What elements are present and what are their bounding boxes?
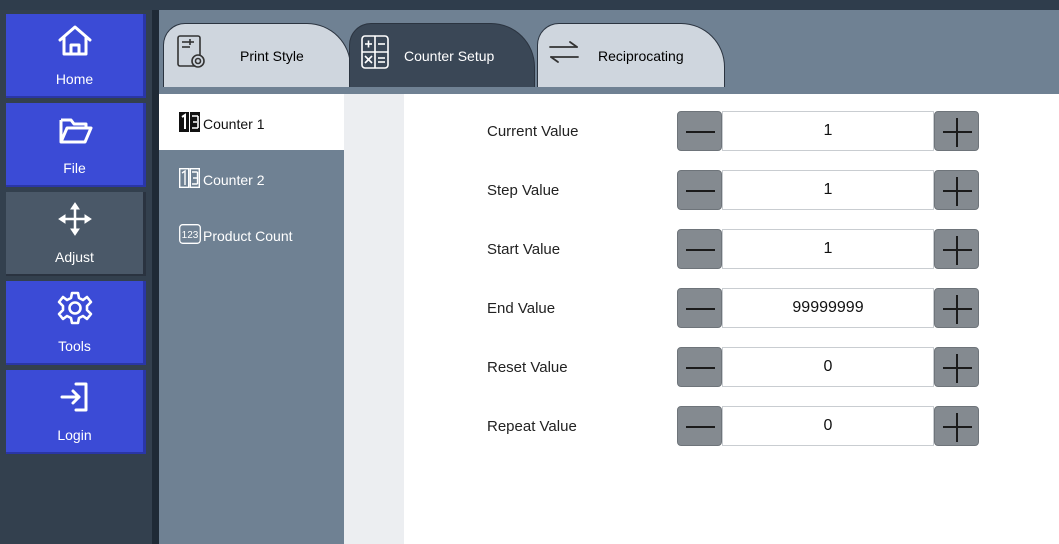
counter-icon bbox=[179, 168, 200, 188]
svg-text:123: 123 bbox=[182, 230, 199, 241]
plus-icon-vertical bbox=[956, 413, 958, 442]
decrement-button[interactable] bbox=[677, 406, 722, 446]
field-row-end-value: End Value 99999999 bbox=[404, 288, 1059, 328]
nav-adjust-button[interactable]: Adjust bbox=[6, 192, 146, 276]
home-icon bbox=[58, 25, 91, 56]
field-label: End Value bbox=[487, 300, 556, 317]
increment-button[interactable] bbox=[934, 288, 979, 328]
increment-button[interactable] bbox=[934, 111, 979, 151]
start-value-field[interactable]: 1 bbox=[722, 229, 934, 269]
field-row-repeat-value: Repeat Value 0 bbox=[404, 406, 1059, 446]
field-row-current-value: Current Value 1 bbox=[404, 111, 1059, 151]
sidebar-divider bbox=[152, 10, 159, 544]
decrement-button[interactable] bbox=[677, 111, 722, 151]
reciprocating-arrows-icon bbox=[549, 41, 579, 63]
subnav-item-counter-1[interactable]: Counter 1 bbox=[159, 94, 344, 144]
counter-icon bbox=[179, 112, 200, 132]
reset-value-field[interactable]: 0 bbox=[722, 347, 934, 387]
tab-print-style[interactable]: Print Style bbox=[163, 23, 351, 87]
field-label: Repeat Value bbox=[487, 418, 577, 435]
nav-home-label: Home bbox=[55, 71, 94, 87]
end-value-field[interactable]: 99999999 bbox=[722, 288, 934, 328]
tab-counter-setup[interactable]: Counter Setup bbox=[349, 23, 535, 87]
top-bar bbox=[0, 0, 1059, 10]
plus-icon-vertical bbox=[956, 354, 958, 383]
product-count-icon: 123 bbox=[179, 224, 201, 244]
decrement-button[interactable] bbox=[677, 170, 722, 210]
increment-button[interactable] bbox=[934, 406, 979, 446]
minus-icon bbox=[686, 367, 715, 369]
decrement-button[interactable] bbox=[677, 347, 722, 387]
move-arrows-icon bbox=[57, 202, 92, 236]
minus-icon bbox=[686, 308, 715, 310]
field-row-start-value: Start Value 1 bbox=[404, 229, 1059, 269]
tab-print-style-label: Print Style bbox=[240, 48, 304, 64]
start-value-stepper: 1 bbox=[677, 229, 979, 269]
field-label: Reset Value bbox=[487, 359, 568, 376]
field-row-reset-value: Reset Value 0 bbox=[404, 347, 1059, 387]
gear-icon bbox=[57, 291, 92, 325]
tab-reciprocating-label: Reciprocating bbox=[598, 48, 684, 64]
plus-icon-vertical bbox=[956, 118, 958, 147]
subnav-counter-2-label: Counter 2 bbox=[203, 172, 265, 188]
reset-value-stepper: 0 bbox=[677, 347, 979, 387]
repeat-value-stepper: 0 bbox=[677, 406, 979, 446]
main-sidebar: Home File Adjust Tools Login bbox=[6, 14, 146, 459]
nav-tools-button[interactable]: Tools bbox=[6, 281, 146, 365]
minus-icon bbox=[686, 131, 715, 133]
minus-icon bbox=[686, 426, 715, 428]
subnav-item-product-count[interactable]: 123 Product Count bbox=[159, 206, 344, 256]
step-value-stepper: 1 bbox=[677, 170, 979, 210]
field-label: Current Value bbox=[487, 123, 579, 140]
field-label: Step Value bbox=[487, 182, 560, 199]
step-value-field[interactable]: 1 bbox=[722, 170, 934, 210]
decrement-button[interactable] bbox=[677, 288, 722, 328]
subnav-product-count-label: Product Count bbox=[203, 228, 293, 244]
field-label: Start Value bbox=[487, 241, 561, 258]
current-value-field[interactable]: 1 bbox=[722, 111, 934, 151]
nav-file-label: File bbox=[63, 160, 86, 176]
increment-button[interactable] bbox=[934, 170, 979, 210]
app-window: Home File Adjust Tools Login Print Style… bbox=[0, 0, 1059, 544]
increment-button[interactable] bbox=[934, 229, 979, 269]
plus-icon-vertical bbox=[956, 236, 958, 265]
subnav-counter-1-label: Counter 1 bbox=[203, 116, 265, 132]
current-value-stepper: 1 bbox=[677, 111, 979, 151]
print-style-icon bbox=[177, 35, 205, 68]
nav-file-button[interactable]: File bbox=[6, 103, 146, 187]
nav-tools-label: Tools bbox=[58, 338, 91, 354]
folder-icon bbox=[59, 118, 92, 144]
field-row-step-value: Step Value 1 bbox=[404, 170, 1059, 210]
tab-bar: Print Style Counter Setup Reciprocating bbox=[159, 10, 1059, 94]
counter-settings-panel: Current Value 1 Step Value 1 Start Value… bbox=[404, 94, 1059, 544]
plus-icon-vertical bbox=[956, 295, 958, 324]
tab-reciprocating[interactable]: Reciprocating bbox=[537, 23, 725, 87]
login-icon bbox=[60, 382, 87, 412]
repeat-value-field[interactable]: 0 bbox=[722, 406, 934, 446]
increment-button[interactable] bbox=[934, 347, 979, 387]
tab-counter-setup-label: Counter Setup bbox=[404, 48, 495, 64]
nav-login-label: Login bbox=[57, 427, 92, 443]
minus-icon bbox=[686, 190, 715, 192]
counter-subnav: Counter 1 Counter 2 123 Product Count bbox=[159, 94, 403, 544]
end-value-stepper: 99999999 bbox=[677, 288, 979, 328]
plus-icon-vertical bbox=[956, 177, 958, 206]
content-gutter bbox=[344, 94, 404, 544]
minus-icon bbox=[686, 249, 715, 251]
counter-setup-icon bbox=[361, 35, 389, 69]
nav-home-button[interactable]: Home bbox=[6, 14, 146, 98]
nav-adjust-label: Adjust bbox=[55, 249, 94, 265]
decrement-button[interactable] bbox=[677, 229, 722, 269]
subnav-item-counter-2[interactable]: Counter 2 bbox=[159, 150, 344, 200]
nav-login-button[interactable]: Login bbox=[6, 370, 146, 454]
